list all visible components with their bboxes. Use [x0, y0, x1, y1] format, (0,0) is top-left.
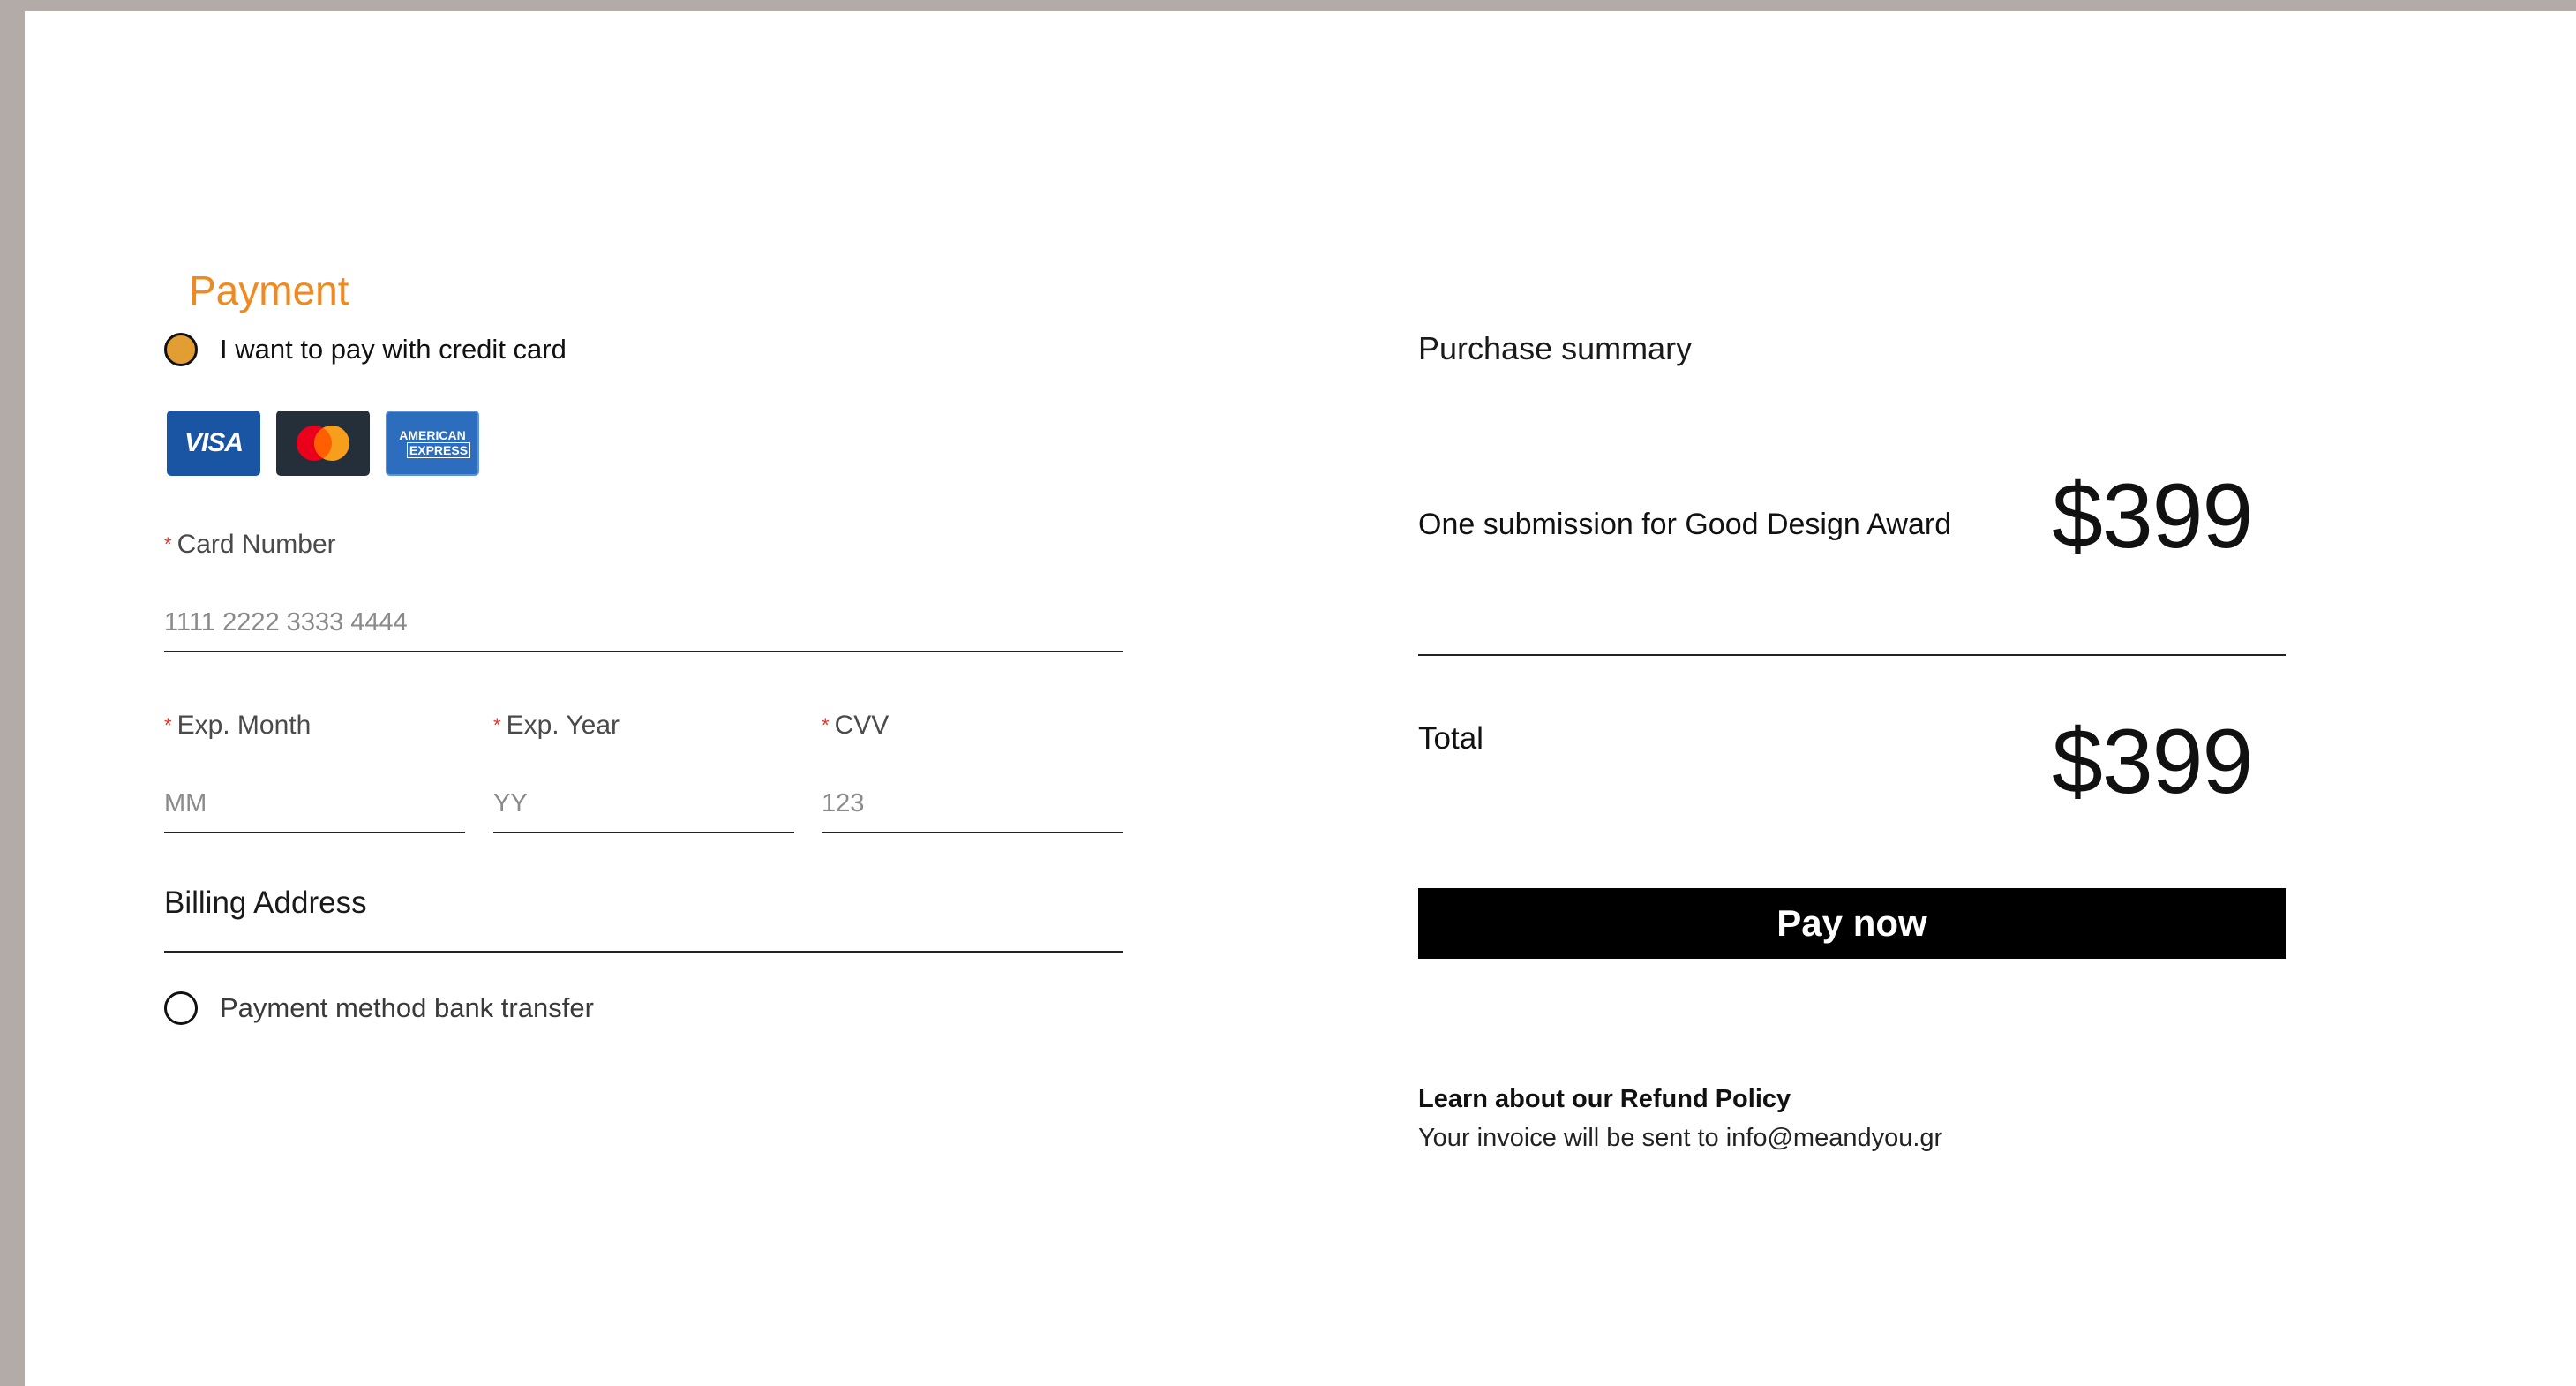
- mastercard-logo: [276, 411, 370, 476]
- credit-card-option-label[interactable]: I want to pay with credit card: [220, 332, 567, 367]
- payment-heading: Payment: [189, 267, 349, 313]
- cvv-label-text: CVV: [834, 711, 890, 740]
- total-label: Total: [1418, 721, 1483, 756]
- required-asterisk: *: [493, 714, 501, 736]
- bank-transfer-radio[interactable]: [164, 991, 198, 1025]
- refund-policy-link[interactable]: Learn about our Refund Policy: [1418, 1083, 1791, 1115]
- bank-transfer-option-label[interactable]: Payment method bank transfer: [220, 991, 594, 1026]
- item-description: One submission for Good Design Award: [1418, 508, 1952, 541]
- required-asterisk: *: [822, 714, 830, 736]
- exp-month-label: * Exp. Month: [164, 709, 311, 742]
- visa-logo-text: VISA: [184, 428, 244, 457]
- total-price: $399: [2052, 711, 2253, 813]
- exp-year-label-text: Exp. Year: [506, 711, 620, 740]
- exp-year-input[interactable]: [493, 784, 794, 833]
- billing-address-label[interactable]: Billing Address: [164, 884, 367, 923]
- invoice-note: Your invoice will be sent to info@meandy…: [1418, 1124, 1943, 1152]
- card-number-label: * Card Number: [164, 528, 336, 561]
- visa-logo: VISA: [167, 411, 260, 476]
- exp-year-label: * Exp. Year: [493, 709, 620, 742]
- page-frame: Payment I want to pay with credit card V…: [25, 11, 2576, 1386]
- billing-address-underline: [164, 951, 1123, 953]
- cvv-label: * CVV: [822, 709, 889, 742]
- summary-divider: [1418, 654, 2286, 656]
- amex-logo-line1: AMERICAN: [399, 428, 466, 442]
- mastercard-circles-icon: [297, 426, 349, 461]
- card-number-label-text: Card Number: [176, 530, 336, 559]
- required-asterisk: *: [164, 714, 172, 736]
- exp-month-input[interactable]: [164, 784, 465, 833]
- card-number-input[interactable]: [164, 603, 1123, 652]
- item-price: $399: [2052, 465, 2253, 568]
- required-asterisk: *: [164, 533, 172, 555]
- amex-logo-line2: EXPRESS: [406, 442, 471, 458]
- amex-logo: AMERICAN EXPRESS: [386, 411, 479, 476]
- cvv-input[interactable]: [822, 784, 1123, 833]
- credit-card-radio[interactable]: [164, 333, 198, 366]
- pay-now-button[interactable]: Pay now: [1418, 888, 2286, 959]
- exp-month-label-text: Exp. Month: [176, 711, 312, 740]
- purchase-summary-title: Purchase summary: [1418, 330, 1693, 366]
